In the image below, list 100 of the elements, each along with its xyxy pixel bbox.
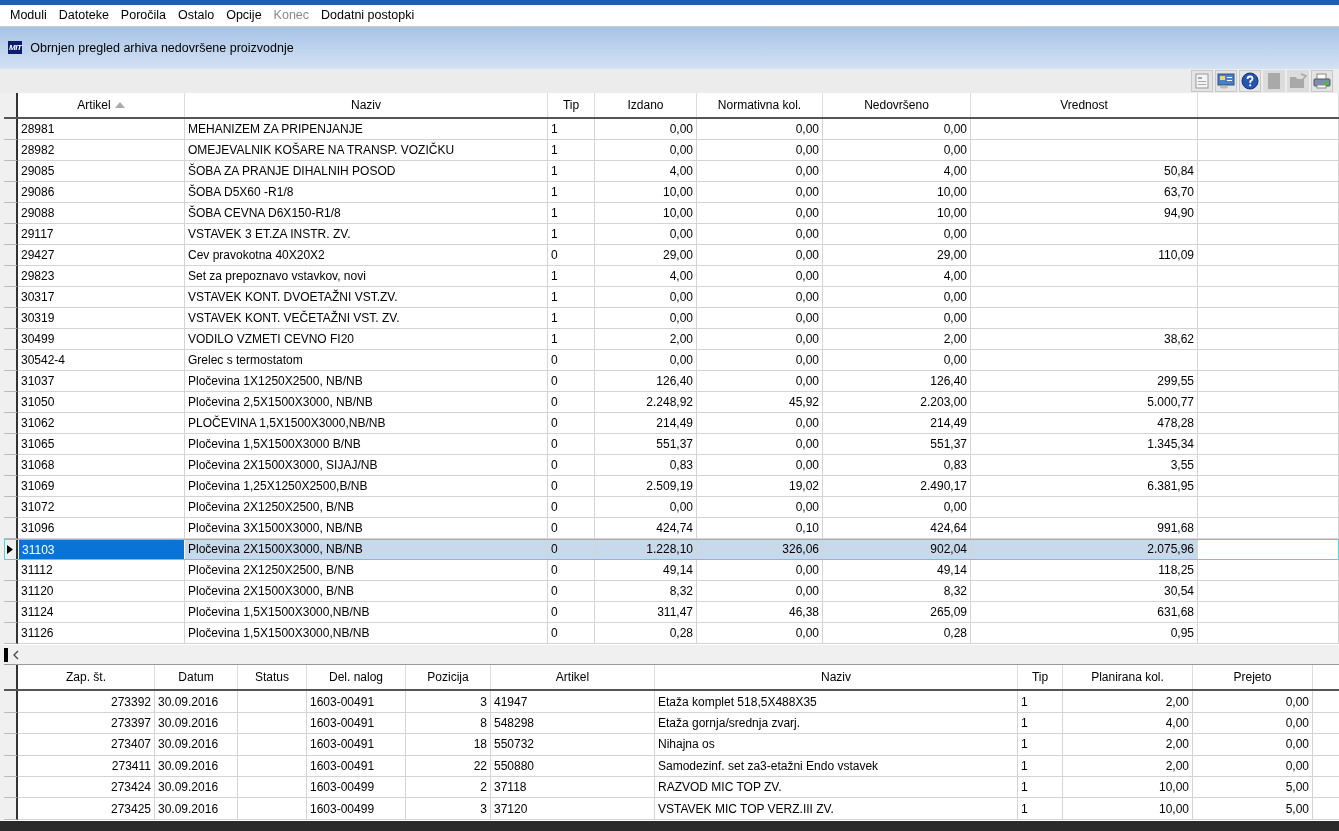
table-cell: 0,00	[595, 119, 697, 141]
table-row[interactable]: 31050 Pločevina 2,5X1500X3000, NB/NB 0 2.248,92 45,92 2.203,00 5.000,77	[4, 392, 1339, 414]
table-cell: 0	[548, 350, 595, 372]
table-row[interactable]: 29088 ŠOBA CEVNA D6X150-R1/8 1 10,00 0,00 10,00 94,90	[4, 203, 1339, 225]
column-header[interactable]: Planirana kol.	[1063, 665, 1193, 690]
column-header[interactable]: Pozicija	[406, 665, 491, 690]
table-cell: 0,00	[823, 350, 971, 372]
table-cell: 30499	[18, 329, 185, 351]
column-header[interactable]: Artikel	[491, 665, 655, 690]
table-row[interactable]: 28982 OMEJEVALNIK KOŠARE NA TRANSP. VOZIČKU 1 0,00 0,00 0,00	[4, 140, 1339, 162]
table-row[interactable]: 31062 PLOČEVINA 1,5X1500X3000,NB/NB 0 214,49 0,00 214,49 478,28	[4, 413, 1339, 435]
table-cell: Set za prepoznavo vstavkov, novi	[185, 266, 548, 288]
table-cell: Pločevina 1,5X1500X3000 B/NB	[185, 434, 548, 456]
table-cell: 1	[1018, 755, 1063, 778]
table-cell: 5,00	[1193, 798, 1313, 820]
table-cell: 1	[1018, 712, 1063, 735]
table-cell: 1	[548, 140, 595, 162]
table-row[interactable]: 30319 VSTAVEK KONT. VEČETAŽNI VST. ZV. 1 0,00 0,00 0,00	[4, 308, 1339, 330]
table-cell: 548298	[491, 712, 655, 735]
table-row[interactable]: 29823 Set za prepoznavo vstavkov, novi 1 4,00 0,00 4,00	[4, 266, 1339, 288]
table-cell: 31069	[18, 476, 185, 498]
table-row[interactable]: 29086 ŠOBA D5X60 -R1/8 1 10,00 0,00 10,00 63,70	[4, 182, 1339, 204]
column-header[interactable]: Zap. št.	[18, 665, 155, 690]
table-cell: VSTAVEK MIC TOP VERZ.III ZV.	[655, 798, 1018, 820]
table-row[interactable]: 28981 MEHANIZEM ZA PRIPENJANJE 1 0,00 0,00 0,00	[4, 119, 1339, 141]
table-row[interactable]: 30499 VODILO VZMETI CEVNO FI20 1 2,00 0,00 2,00 38,62	[4, 329, 1339, 351]
table-cell: 0,00	[697, 434, 823, 456]
table-cell: Pločevina 2X1250X2500, B/NB	[185, 560, 548, 582]
table-cell: 0,00	[823, 497, 971, 519]
menu-item[interactable]: Ostalo	[172, 8, 221, 23]
table-cell: 2,00	[1063, 734, 1193, 756]
column-header[interactable]: Prejeto	[1193, 665, 1313, 690]
table-row[interactable]: 31072 Pločevina 2X1250X2500, B/NB 0 0,00 0,00 0,00	[4, 497, 1339, 519]
table-cell: Pločevina 1,25X1250X2500,B/NB	[185, 476, 548, 498]
table-cell: 0	[548, 497, 595, 519]
column-header[interactable]: Naziv	[655, 665, 1018, 690]
table-cell: 0,00	[823, 119, 971, 141]
table-cell: 1603-00491	[307, 691, 406, 713]
column-header[interactable]: Artikel	[18, 93, 185, 118]
table-cell: 6.381,95	[971, 476, 1198, 498]
table-row[interactable]: 31037 Pločevina 1X1250X2500, NB/NB 0 126,40 0,00 126,40 299,55	[4, 371, 1339, 393]
table-row[interactable]: 31120 Pločevina 2X1500X3000, B/NB 0 8,32 0,00 8,32 30,54	[4, 581, 1339, 603]
table-cell: 0,00	[1193, 734, 1313, 756]
menu-item[interactable]: Poročila	[114, 8, 173, 23]
table-cell: Etaža komplet 518,5X488X35	[655, 691, 1018, 713]
table-row[interactable]: 31068 Pločevina 2X1500X3000, SIJAJ/NB 0 0,83 0,00 0,83 3,55	[4, 455, 1339, 477]
table-cell: 2,00	[823, 329, 971, 351]
table-row[interactable]: 30542-4 Grelec s termostatom 0 0,00 0,00 0,00	[4, 350, 1339, 372]
column-header[interactable]: Del. nalog	[307, 665, 406, 690]
table-cell: 1	[548, 224, 595, 246]
table-cell: 0,00	[697, 203, 823, 225]
table-cell: 4,00	[823, 266, 971, 288]
table-cell: 0,00	[697, 119, 823, 141]
table-cell: 0	[548, 476, 595, 498]
column-header[interactable]: Tip	[548, 93, 595, 118]
column-header[interactable]: Datum	[155, 665, 238, 690]
table-row[interactable]: 31112 Pločevina 2X1250X2500, B/NB 0 49,14 0,00 49,14 118,25	[4, 560, 1339, 582]
table-cell: 273411	[18, 755, 155, 778]
column-header[interactable]: Nedovršeno	[823, 93, 971, 118]
table-row[interactable]: 31069 Pločevina 1,25X1250X2500,B/NB 0 2.509,19 19,02 2.490,17 6.381,95	[4, 476, 1339, 498]
table-cell: 50,84	[971, 161, 1198, 183]
menu-item[interactable]: Moduli	[4, 8, 53, 23]
column-header[interactable]: Tip	[1018, 665, 1063, 690]
column-header[interactable]: Normativna kol.	[697, 93, 823, 118]
table-row[interactable]: 29085 ŠOBA ZA PRANJE DIHALNIH POSOD 1 4,00 0,00 4,00 50,84	[4, 161, 1339, 183]
menu-item[interactable]: Dodatni postopki	[315, 8, 421, 23]
table-cell: 0,00	[697, 266, 823, 288]
table-row[interactable]: 29117 VSTAVEK 3 ET.ZA INSTR. ZV. 1 0,00 0,00 0,00	[4, 224, 1339, 246]
table-cell: Samodezinf. set za3-etažni Endo vstavek	[655, 755, 1018, 778]
table-cell: Pločevina 1,5X1500X3000,NB/NB	[185, 623, 548, 645]
table-row[interactable]: 30317 VSTAVEK KONT. DVOETAŽNI VST.ZV. 1 0,00 0,00 0,00	[4, 287, 1339, 309]
table-cell: 0	[548, 245, 595, 267]
table-row[interactable]: 31124 Pločevina 1,5X1500X3000,NB/NB 0 311,47 46,38 265,09 631,68	[4, 602, 1339, 624]
table-cell: 1.345,34	[971, 434, 1198, 456]
column-header[interactable]: Izdano	[595, 93, 697, 118]
table-cell: 0,00	[595, 140, 697, 162]
table-cell: 29086	[18, 182, 185, 204]
column-header[interactable]: Naziv	[185, 93, 548, 118]
column-header[interactable]: Vrednost	[971, 93, 1198, 118]
menu-item[interactable]: Opcije	[220, 8, 268, 23]
table-row[interactable]: 31103 Pločevina 2X1500X3000, NB/NB 0 1.228,10 326,06 902,04 2.075,96	[4, 539, 1339, 561]
table-row[interactable]: 31065 Pločevina 1,5X1500X3000 B/NB 0 551,37 0,00 551,37 1.345,34	[4, 434, 1339, 456]
table-row[interactable]: 29427 Cev pravokotna 40X20X2 0 29,00 0,00 29,00 110,09	[4, 245, 1339, 267]
table-cell: 273407	[18, 734, 155, 756]
column-header[interactable]: Status	[238, 665, 307, 690]
table-cell: 2.490,17	[823, 476, 971, 498]
table-cell: 63,70	[971, 182, 1198, 204]
table-cell: 0,00	[697, 224, 823, 246]
table-cell: Pločevina 1X1250X2500, NB/NB	[185, 371, 548, 393]
table-cell: 0	[548, 434, 595, 456]
table-cell: 550880	[491, 755, 655, 778]
table-cell: 311,47	[595, 602, 697, 624]
table-cell: 0,00	[697, 329, 823, 351]
menu-item[interactable]: Datoteke	[52, 8, 115, 23]
table-cell: 30.09.2016	[155, 777, 238, 799]
table-cell: 631,68	[971, 602, 1198, 624]
table-cell: 1	[548, 161, 595, 183]
table-cell: 0,00	[595, 350, 697, 372]
table-cell: 0,00	[697, 581, 823, 603]
table-cell: 1	[548, 203, 595, 225]
